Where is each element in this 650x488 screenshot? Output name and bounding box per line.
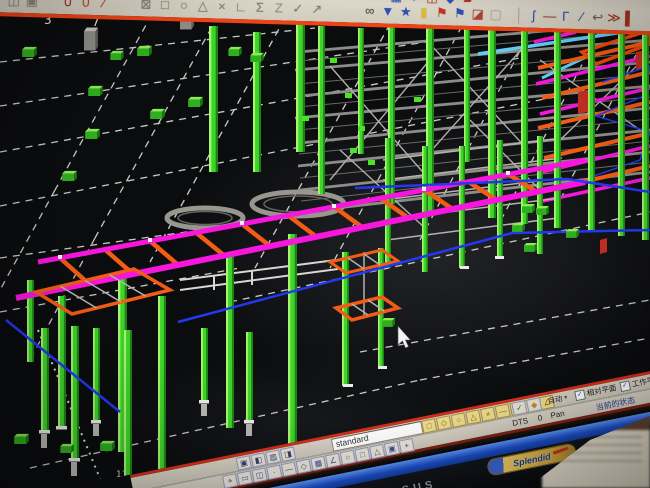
select-plane-icon[interactable]: ◇ — [296, 459, 312, 474]
delete-tool-icon[interactable]: × — [214, 0, 229, 15]
toolbar-group-bend: ʃ—Γ∕↩≫▌ — [518, 7, 639, 27]
select-view-icon[interactable]: □ — [354, 447, 370, 462]
checkbox-check-icon: ✓ — [619, 380, 631, 392]
select-assembly-icon[interactable]: △ — [369, 444, 385, 459]
note-icon[interactable]: ▮ — [416, 4, 431, 20]
status-count: 0 — [537, 413, 543, 423]
splendid-badge-text: Splendid — [512, 451, 551, 468]
curve-tool-icon[interactable]: ʃ — [527, 8, 540, 24]
select-plus-icon[interactable]: + — [398, 438, 414, 453]
select-point-icon[interactable]: ∙ — [266, 464, 282, 479]
dash-tool-icon[interactable]: — — [543, 8, 556, 24]
select-grid-icon[interactable]: ▦ — [310, 456, 326, 471]
check-icon[interactable]: ✓ — [290, 1, 305, 17]
chevron-down-icon: ▾ — [564, 394, 568, 401]
checkbox-check-icon: ✓ — [574, 389, 586, 401]
diamond-tool-icon[interactable]: ◆ — [442, 0, 457, 8]
weld-polygon-icon[interactable]: ∪ — [78, 0, 93, 11]
cut-line-icon[interactable]: ∕ — [96, 0, 111, 11]
move-icon[interactable]: ▣ — [24, 0, 39, 9]
red-pin-icon[interactable]: ⚑ — [434, 5, 449, 21]
weld-icon[interactable]: ∪ — [60, 0, 75, 10]
select-component-icon[interactable]: ◫ — [251, 467, 267, 482]
select-weld-icon[interactable]: ∠ — [325, 453, 341, 468]
star-snap-icon[interactable]: ★ — [398, 4, 413, 20]
dropdown-icon[interactable]: ▾ — [406, 0, 421, 7]
select-part-icon[interactable]: ▭ — [237, 470, 253, 485]
select-object-icon[interactable]: ▣ — [384, 441, 400, 456]
triangle-tool-icon[interactable]: △ — [195, 0, 210, 14]
badge-red-swoosh — [553, 447, 569, 455]
toolbar-group-edit: ◫▣ — [6, 0, 42, 9]
circle-tool-icon[interactable]: ○ — [176, 0, 191, 14]
red-box-icon[interactable]: ◪ — [470, 6, 485, 22]
svg-text:11: 11 — [116, 470, 127, 480]
toolbar-group-detail: ⊠ □ ○ △ × ∟ ΣZ✓↗ — [138, 0, 328, 18]
fastforward-icon[interactable]: ≫ — [607, 10, 620, 26]
filter-cone-icon[interactable]: ▼ — [380, 3, 395, 19]
panel-split-icon[interactable]: ◫ — [424, 0, 439, 7]
blue-pin-icon[interactable]: ⚑ — [452, 5, 467, 21]
slope-tool-icon[interactable]: ∕ — [575, 9, 588, 25]
return-tool-icon[interactable]: ↩ — [591, 9, 604, 25]
select-all-icon[interactable]: ⌖ — [222, 473, 238, 488]
fitting-icon[interactable]: ⊠ — [138, 0, 153, 13]
select-bolt-icon[interactable]: ○ — [340, 450, 356, 465]
bend-tool-icon[interactable]: Γ — [559, 9, 572, 25]
asus-logo: ASUS — [389, 478, 437, 488]
monitor-photo: 3 7 11 5 ◫▣ ∪∪∕ ⊠□○△×∟ΣZ✓↗ ∞▼★▮⚑⚑◪▢ — [0, 0, 650, 488]
ghost-box-icon[interactable]: ▢ — [488, 6, 503, 22]
copy-icon[interactable]: ◫ — [6, 0, 21, 9]
red-tool-icon[interactable]: ▰ — [460, 0, 475, 8]
bar-tool-icon[interactable]: ▌ — [623, 10, 636, 26]
arrow-tool-icon[interactable]: ↗ — [309, 1, 324, 17]
status-dts: DTS — [511, 416, 528, 428]
auto-dropdown-label: 自动 — [547, 393, 564, 407]
grid-table-icon[interactable]: ▦ — [388, 0, 403, 6]
toolbar-group-weld: ∪∪∕ — [60, 0, 114, 12]
status-pan: Pan — [550, 409, 566, 421]
corner-tool-icon[interactable]: ∟ — [233, 0, 248, 15]
sum-icon[interactable]: Σ — [252, 0, 267, 16]
select-line-icon[interactable]: — — [281, 461, 297, 476]
z-section-icon[interactable]: Z — [271, 0, 286, 16]
checkbox-label: 工作平面 — [631, 373, 650, 390]
binoculars-icon[interactable]: ∞ — [362, 3, 377, 19]
part-cut-icon[interactable]: □ — [157, 0, 172, 13]
